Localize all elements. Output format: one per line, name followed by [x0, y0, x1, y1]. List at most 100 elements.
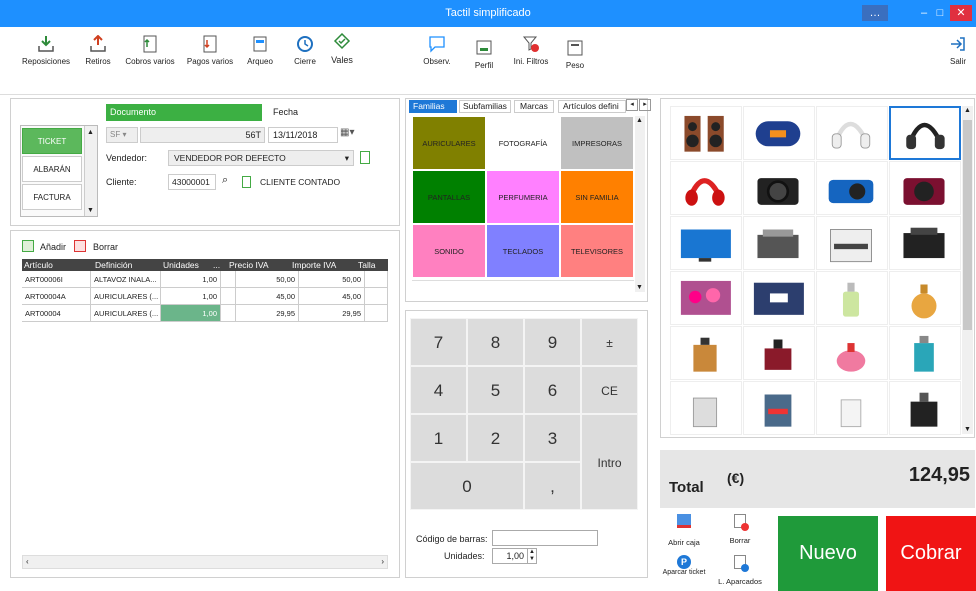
key-1[interactable]: 1 — [410, 414, 467, 462]
doc-type-scrollbar[interactable] — [84, 126, 97, 216]
family-fotografa[interactable]: FOTOGRAFÍA — [486, 116, 560, 170]
client-note-icon[interactable] — [242, 176, 251, 188]
key-plusminus[interactable]: ± — [581, 318, 638, 366]
tab-prev-icon[interactable]: ◂ — [626, 99, 638, 111]
product-perfume-gio[interactable] — [670, 326, 742, 380]
product-red-headphones[interactable] — [670, 161, 742, 215]
tab-articulos[interactable]: Artículos defini — [558, 100, 626, 113]
calendar-icon[interactable]: ▦▾ — [340, 127, 360, 143]
fam-up-icon[interactable]: ▲ — [636, 117, 643, 124]
product-tv[interactable] — [670, 216, 742, 270]
key-8[interactable]: 8 — [467, 318, 524, 366]
doc-type-albaran[interactable]: ALBARÁN — [22, 156, 82, 182]
product-perfume-hugo[interactable] — [743, 381, 815, 435]
key-3[interactable]: 3 — [524, 414, 581, 462]
key-0[interactable]: 0 — [410, 462, 524, 510]
lines-hscrollbar[interactable]: ‹ › — [22, 555, 388, 569]
chevron-down-icon[interactable]: ▼ — [87, 207, 94, 214]
family-scrollbar[interactable]: ▲ ▼ — [635, 116, 645, 292]
family-auriculares[interactable]: AURICULARES — [412, 116, 486, 170]
key-9[interactable]: 9 — [524, 318, 581, 366]
add-line-icon[interactable] — [22, 240, 34, 252]
product-black-headset[interactable] — [889, 106, 961, 160]
seller-select[interactable]: VENDEDOR POR DEFECTO ▾ — [168, 150, 354, 166]
product-multifunction-printer[interactable] — [816, 216, 888, 270]
vales-button[interactable]: Vales — [328, 33, 356, 65]
options-button[interactable]: … — [862, 5, 888, 21]
key-7[interactable]: 7 — [410, 318, 467, 366]
family-teclados[interactable]: TECLADOS — [486, 224, 560, 278]
key-4[interactable]: 4 — [410, 366, 467, 414]
product-perfume-bvlgari[interactable] — [743, 326, 815, 380]
products-scroll-thumb[interactable] — [963, 120, 972, 330]
key-clear[interactable]: CE — [581, 366, 638, 414]
new-button[interactable]: Nuevo — [778, 516, 878, 591]
parked-list-button[interactable]: L. Aparcados — [712, 555, 768, 586]
key-enter[interactable]: Intro — [581, 414, 638, 510]
product-camera-black[interactable] — [743, 161, 815, 215]
col-unidades[interactable]: Unidades — [163, 259, 199, 271]
peso-button[interactable]: Peso — [562, 39, 588, 70]
col-talla[interactable]: Talla — [358, 259, 375, 271]
product-perfume-black[interactable] — [889, 381, 961, 435]
key-2[interactable]: 2 — [467, 414, 524, 462]
product-bluetooth-speaker[interactable] — [743, 106, 815, 160]
exit-button[interactable]: Salir — [946, 35, 970, 66]
key-6[interactable]: 6 — [524, 366, 581, 414]
delete-line-icon[interactable] — [74, 240, 86, 252]
scroll-left-icon[interactable]: ‹ — [26, 557, 29, 566]
fam-down-icon[interactable]: ▼ — [636, 284, 643, 291]
family-televisores[interactable]: TELEVISORES — [560, 224, 634, 278]
product-perfume-green[interactable] — [816, 271, 888, 325]
product-printer[interactable] — [743, 216, 815, 270]
product-perfume-lacoste[interactable] — [816, 381, 888, 435]
stepper-arrows-icon[interactable]: ▲ ▼ — [527, 549, 536, 563]
products-scrollbar[interactable]: ▲ ▼ — [962, 106, 973, 434]
date-field[interactable]: 13/11/2018 — [268, 127, 338, 143]
col-importe[interactable]: Importe IVA — [292, 259, 336, 271]
scroll-right-icon[interactable]: › — [381, 557, 384, 566]
product-flower-tv[interactable] — [670, 271, 742, 325]
park-ticket-button[interactable]: P Aparcar ticket — [662, 555, 706, 577]
series-select[interactable]: SF ▾ — [106, 127, 138, 143]
search-icon[interactable]: ⌕ — [222, 174, 228, 187]
cierre-button[interactable]: Cierre — [288, 35, 322, 66]
tab-familias[interactable]: Familias — [409, 100, 457, 113]
observ-button[interactable]: Observ. — [420, 35, 454, 66]
product-speakers[interactable] — [670, 106, 742, 160]
add-line-button[interactable]: Añadir — [40, 242, 66, 252]
barcode-input[interactable] — [492, 530, 598, 546]
doc-type-ticket[interactable]: TICKET — [22, 128, 82, 154]
table-row[interactable]: ART00004A AURICULARES (... 1,00 45,00 45,00 — [22, 288, 388, 305]
delete-ticket-button[interactable]: Borrar — [718, 514, 762, 545]
ini-filtros-button[interactable]: Ini. Filtros — [508, 35, 554, 66]
family-pantallas[interactable]: PANTALLAS — [412, 170, 486, 224]
table-row[interactable]: ART00006I ALTAVOZ INALA... 1,00 50,00 50,00 — [22, 271, 388, 288]
maximize-button[interactable]: □ — [934, 5, 946, 21]
arqueo-button[interactable]: Arqueo — [242, 35, 278, 66]
reposiciones-button[interactable]: Reposiciones — [20, 35, 72, 66]
retiros-button[interactable]: Retiros — [80, 35, 116, 66]
product-camera-red[interactable] — [889, 161, 961, 215]
doc-type-factura[interactable]: FACTURA — [22, 184, 82, 210]
product-white-headset[interactable] — [816, 106, 888, 160]
close-button[interactable]: ✕ — [950, 5, 972, 21]
family-sonido[interactable]: SONIDO — [412, 224, 486, 278]
prod-up-icon[interactable]: ▲ — [964, 107, 971, 114]
charge-button[interactable]: Cobrar — [886, 516, 976, 591]
key-comma[interactable]: , — [524, 462, 581, 510]
family-perfumeria[interactable]: PERFUMERIA — [486, 170, 560, 224]
tab-subfamilias[interactable]: Subfamilias — [459, 100, 511, 113]
col-more[interactable]: ... — [213, 259, 220, 271]
product-perfume-ck[interactable] — [889, 326, 961, 380]
key-5[interactable]: 5 — [467, 366, 524, 414]
col-precio[interactable]: Precio IVA — [229, 259, 269, 271]
seller-note-icon[interactable] — [360, 151, 370, 164]
tab-next-icon[interactable]: ▸ — [639, 99, 651, 111]
cobros-varios-button[interactable]: Cobros varios — [122, 35, 178, 66]
client-code-field[interactable]: 43000001 — [168, 174, 216, 190]
product-inkjet-printer[interactable] — [889, 216, 961, 270]
col-articulo[interactable]: Artículo — [24, 259, 53, 271]
table-row[interactable]: ART00004 AURICULARES (... 1,00 29,95 29,95 — [22, 305, 388, 322]
product-camera-blue[interactable] — [816, 161, 888, 215]
